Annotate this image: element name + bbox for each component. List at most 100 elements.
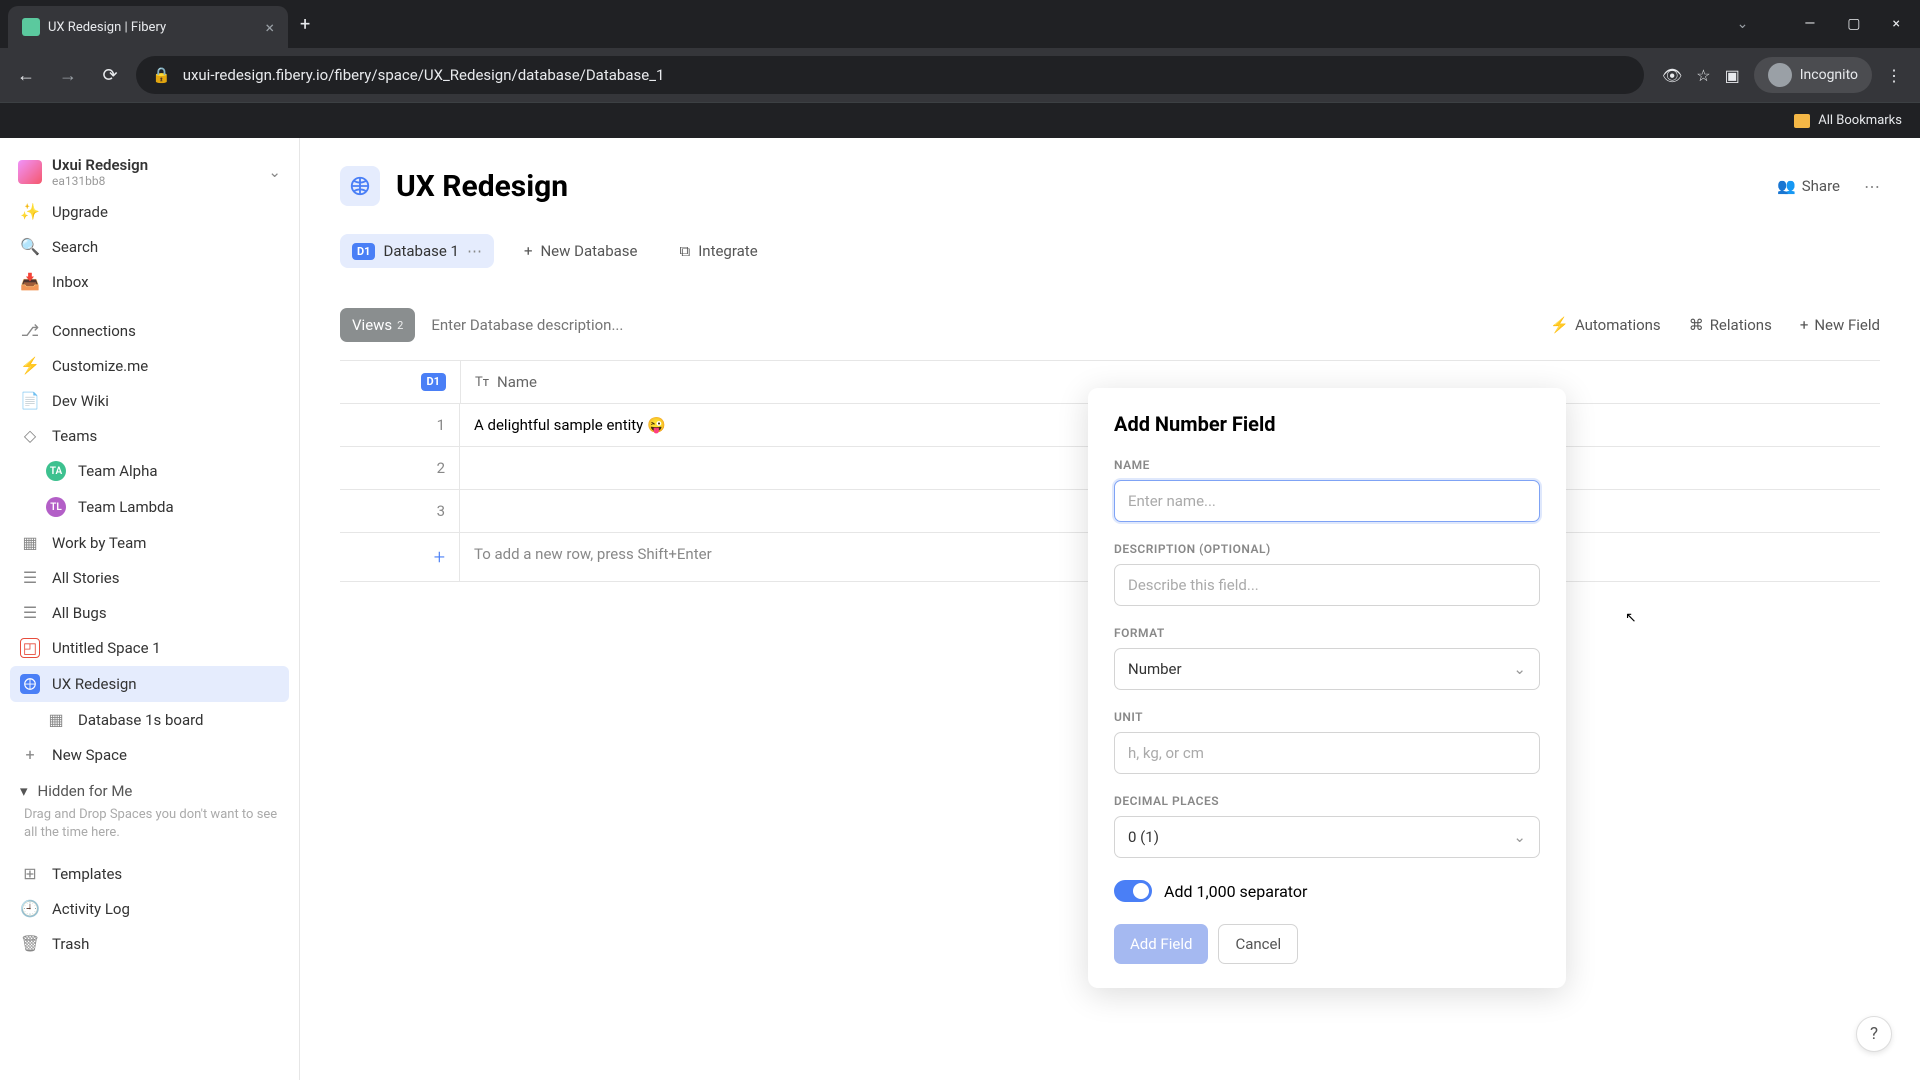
link-icon: ⌘ [1689,316,1704,334]
field-desc-input[interactable] [1114,564,1540,606]
template-icon: ⊞ [20,864,40,883]
database-tab[interactable]: D1 Database 1 ⋯ [340,234,494,268]
sidebar-trash[interactable]: 🗑 Trash [10,926,289,961]
address-bar: ← → ⟳ 🔒 uxui-redesign.fibery.io/fibery/s… [0,48,1920,102]
cancel-button[interactable]: Cancel [1218,924,1298,964]
bolt-icon: ⚡ [1550,316,1569,334]
minimize-icon[interactable]: — [1804,16,1815,32]
sidebar-work-by-team[interactable]: ▦ Work by Team [10,525,289,560]
new-field-button[interactable]: + New Field [1800,316,1880,334]
list-icon: ☰ [20,603,40,622]
name-label: NAME [1114,458,1540,472]
eye-off-icon[interactable]: 👁 [1662,66,1682,85]
chevron-down-icon: ⌄ [1513,828,1526,846]
workspace-id: ea131bb8 [52,174,258,188]
help-button[interactable]: ? [1856,1016,1892,1052]
reload-button[interactable]: ⟳ [94,65,126,86]
folder-icon [1794,114,1810,128]
sidebar-search[interactable]: 🔍 Search [10,229,289,264]
sidebar-dev-wiki[interactable]: 📄 Dev Wiki [10,383,289,418]
search-icon: 🔍 [20,237,40,256]
new-database-button[interactable]: + New Database [512,234,650,268]
sidebar-templates[interactable]: ⊞ Templates [10,856,289,891]
add-field-button[interactable]: Add Field [1114,924,1208,964]
automations-button[interactable]: ⚡ Automations [1550,316,1660,334]
plus-icon: + [20,745,40,764]
maximize-icon[interactable]: ▢ [1847,16,1860,32]
bookmarks-bar: All Bookmarks [0,102,1920,138]
decimal-label: DECIMAL PLACES [1114,794,1540,808]
tabs-chevron-icon[interactable]: ⌄ [1737,16,1749,32]
sidebar-all-stories[interactable]: ☰ All Stories [10,560,289,595]
unit-input[interactable] [1114,732,1540,774]
extensions-icon[interactable]: ▣ [1725,66,1740,85]
hidden-for-me-toggle[interactable]: ▾ Hidden for Me [20,782,279,800]
avatar [18,160,42,184]
forward-button[interactable]: → [52,65,84,86]
sidebar-all-bugs[interactable]: ☰ All Bugs [10,595,289,630]
url-text: uxui-redesign.fibery.io/fibery/space/UX_… [183,66,665,84]
relations-button[interactable]: ⌘ Relations [1689,316,1772,334]
sidebar-new-space[interactable]: + New Space [10,737,289,772]
add-field-dialog: Add Number Field NAME DESCRIPTION (OPTIO… [1088,388,1566,988]
rocket-icon: ✨ [20,202,40,221]
new-tab-button[interactable]: + [300,14,310,35]
hidden-caption: Drag and Drop Spaces you don't want to s… [20,806,279,842]
workspace-switcher[interactable]: Uxui Redesign ea131bb8 ⌄ [10,150,289,194]
browser-tab[interactable]: UX Redesign | Fibery × [8,6,288,48]
cursor-icon: ↖ [1625,610,1637,626]
sidebar-upgrade[interactable]: ✨ Upgrade [10,194,289,229]
close-tab-icon[interactable]: × [265,18,274,37]
url-field[interactable]: 🔒 uxui-redesign.fibery.io/fibery/space/U… [136,56,1644,94]
cube-icon: ◇ [20,426,40,445]
caret-down-icon: ▾ [20,782,28,800]
people-icon: 👥 [1777,177,1796,195]
sidebar: Uxui Redesign ea131bb8 ⌄ ✨ Upgrade 🔍 Sea… [0,138,300,1080]
main-content: UX Redesign 👥 Share ⋯ D1 Database 1 ⋯ + [300,138,1920,1080]
close-window-icon[interactable]: × [1893,16,1900,32]
browser-menu-icon[interactable]: ⋮ [1886,66,1902,85]
sidebar-activity-log[interactable]: 🕘 Activity Log [10,891,289,926]
back-button[interactable]: ← [10,65,42,86]
trash-icon: 🗑 [20,934,40,953]
lock-icon: 🔒 [152,66,171,84]
sidebar-team-alpha[interactable]: TA Team Alpha [10,453,289,489]
sidebar-board[interactable]: ▦ Database 1s board [10,702,289,737]
browser-titlebar: UX Redesign | Fibery × + ⌄ — ▢ × [0,0,1920,48]
incognito-badge[interactable]: Incognito [1754,57,1872,93]
workspace-name: Uxui Redesign [52,156,258,174]
decimal-select[interactable]: 0 (1) ⌄ [1114,816,1540,858]
integrate-button[interactable]: ⧉ Integrate [667,234,769,268]
page-more-icon[interactable]: ⋯ [1864,177,1880,196]
page-title: UX Redesign [396,169,568,204]
db-badge: D1 [352,243,375,260]
page-icon[interactable] [340,166,380,206]
field-name-input[interactable] [1114,480,1540,522]
sidebar-ux-redesign[interactable]: UX Redesign [10,666,289,702]
database-description-input[interactable] [431,316,731,334]
dialog-title: Add Number Field [1114,412,1540,436]
share-button[interactable]: 👥 Share [1777,177,1840,195]
sidebar-inbox[interactable]: 📥 Inbox [10,264,289,299]
separator-toggle[interactable] [1114,880,1152,902]
all-bookmarks-link[interactable]: All Bookmarks [1818,113,1902,128]
plus-icon: + [1800,316,1809,334]
sidebar-connections[interactable]: ⎇ Connections [10,313,289,348]
board-icon: ▦ [46,710,66,729]
sidebar-customize[interactable]: ⚡ Customize.me [10,348,289,383]
sidebar-untitled-space[interactable]: ◰ Untitled Space 1 [10,630,289,666]
columns-icon: ▦ [20,533,40,552]
favicon [22,18,40,36]
bookmark-star-icon[interactable]: ☆ [1696,66,1710,85]
sidebar-teams[interactable]: ◇ Teams [10,418,289,453]
clock-icon: 🕘 [20,899,40,918]
views-button[interactable]: Views 2 [340,308,415,342]
plus-icon: + [340,533,460,581]
tab-more-icon[interactable]: ⋯ [467,242,482,260]
tab-title: UX Redesign | Fibery [48,20,257,35]
format-select[interactable]: Number ⌄ [1114,648,1540,690]
format-label: FORMAT [1114,626,1540,640]
space-icon: ◰ [20,638,40,658]
sidebar-team-lambda[interactable]: TL Team Lambda [10,489,289,525]
integrate-icon: ⧉ [679,242,690,260]
